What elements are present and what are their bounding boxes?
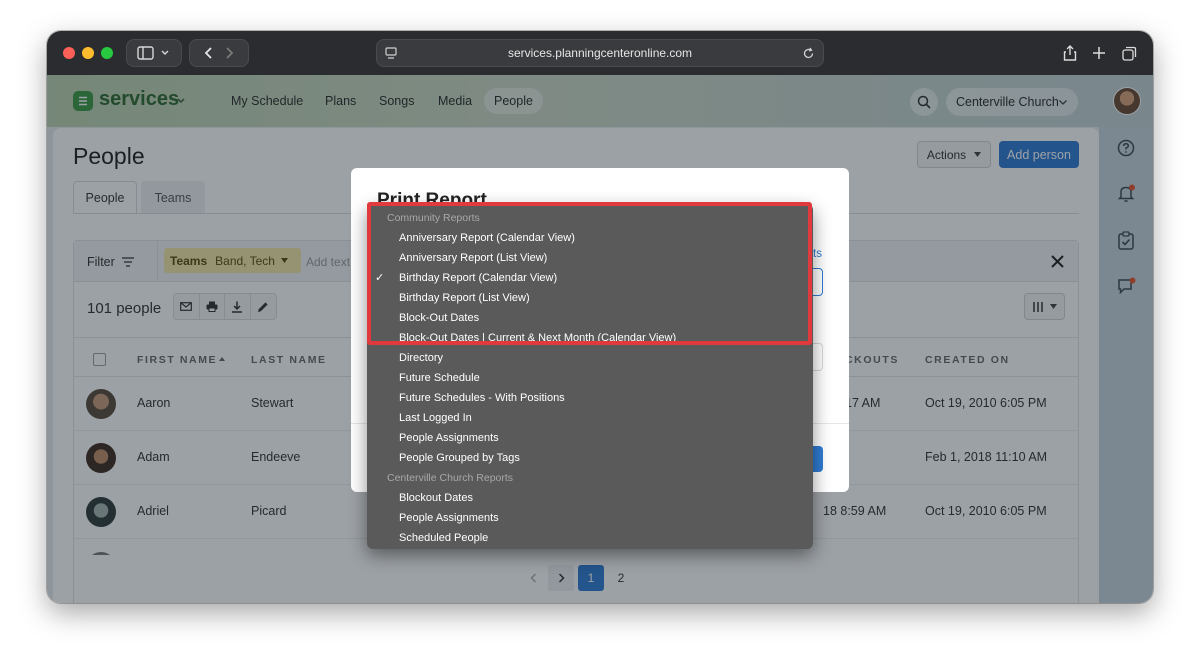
modal-link[interactable]: ts xyxy=(813,248,822,260)
plus-icon xyxy=(1093,47,1105,59)
browser-window: services.planningcenteronline.com servic… xyxy=(47,31,1153,603)
page-menu-icon[interactable] xyxy=(385,47,397,59)
dropdown-item-directory[interactable]: Directory xyxy=(399,352,443,364)
share-icon xyxy=(1063,45,1077,61)
dropdown-item-org-people-assignments[interactable]: People Assignments xyxy=(399,512,499,524)
reload-icon[interactable] xyxy=(802,47,815,60)
sidebar-icon xyxy=(137,46,169,60)
dropdown-item-scheduled-people[interactable]: Scheduled People xyxy=(399,532,488,544)
sidebar-toggle-button[interactable] xyxy=(126,39,182,67)
dropdown-item-people-assignments[interactable]: People Assignments xyxy=(399,432,499,444)
zoom-window-button[interactable] xyxy=(101,47,113,59)
tabs-icon xyxy=(1121,46,1136,61)
share-button[interactable] xyxy=(1055,39,1085,67)
browser-titlebar: services.planningcenteronline.com xyxy=(47,31,1153,75)
dropdown-item-last-logged-in[interactable]: Last Logged In xyxy=(399,412,472,424)
back-forward-group xyxy=(189,39,249,67)
annotation-highlight-box xyxy=(367,202,812,345)
forward-icon[interactable] xyxy=(219,46,239,60)
dropdown-item-future-schedules-positions[interactable]: Future Schedules - With Positions xyxy=(399,392,565,404)
back-icon[interactable] xyxy=(199,46,219,60)
tab-overview-button[interactable] xyxy=(1115,39,1143,67)
url-text: services.planningcenteronline.com xyxy=(507,46,693,60)
dropdown-item-people-grouped-by-tags[interactable]: People Grouped by Tags xyxy=(399,452,520,464)
dropdown-item-blockout-dates[interactable]: Blockout Dates xyxy=(399,492,473,504)
new-tab-button[interactable] xyxy=(1085,39,1113,67)
minimize-window-button[interactable] xyxy=(82,47,94,59)
address-bar[interactable]: services.planningcenteronline.com xyxy=(376,39,824,67)
close-window-button[interactable] xyxy=(63,47,75,59)
dropdown-item-future-schedule[interactable]: Future Schedule xyxy=(399,372,480,384)
dropdown-group-header: Centerville Church Reports xyxy=(387,472,514,484)
